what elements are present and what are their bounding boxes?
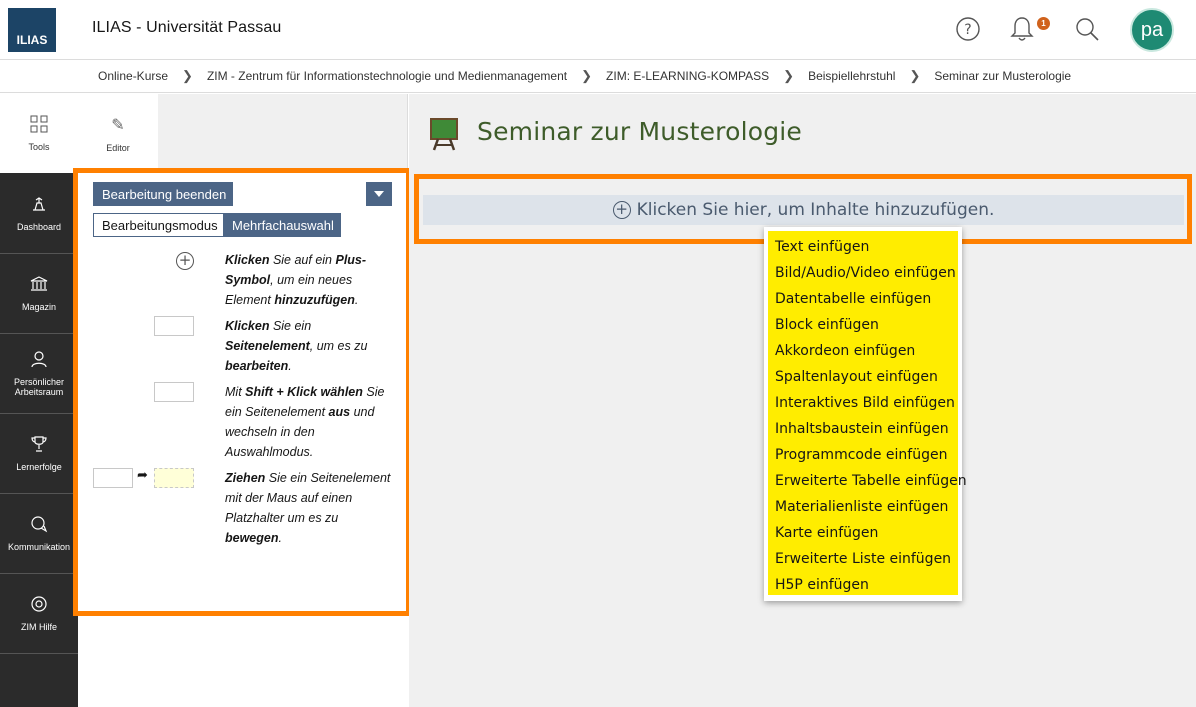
breadcrumb-item[interactable]: ZIM - Zentrum für Informationstechnologi… xyxy=(207,69,567,83)
help-text-edit: Klicken Sie ein Seitenelement, um es zu … xyxy=(225,319,368,373)
demo-element-box xyxy=(93,468,133,488)
avatar[interactable]: pa xyxy=(1130,8,1174,52)
edit-mode-toggle[interactable]: Bearbeitungsmodus xyxy=(93,213,224,237)
mainbar-item-magazin[interactable]: Magazin xyxy=(0,254,78,334)
page-title: Seminar zur Musterologie xyxy=(477,117,803,146)
building-icon xyxy=(30,275,48,296)
menu-item-content-block[interactable]: Inhaltsbaustein einfügen xyxy=(768,416,958,442)
menu-item-media[interactable]: Bild/Audio/Video einfügen xyxy=(768,260,958,286)
mainbar-item-zim-hilfe[interactable]: ZIM Hilfe xyxy=(0,574,78,654)
ilias-logo[interactable]: ILIAS xyxy=(8,8,56,52)
plus-circle-icon: + xyxy=(176,252,194,270)
menu-item-interactive-image[interactable]: Interaktives Bild einfügen xyxy=(768,390,958,416)
mainbar: Tools Dashboard Magazin Persönlicher Arb… xyxy=(0,94,78,707)
chevron-right-icon: ❯ xyxy=(783,68,795,83)
svg-text:?: ? xyxy=(964,22,971,38)
mainbar-item-kommunikation[interactable]: Kommunikation xyxy=(0,494,78,574)
menu-item-h5p[interactable]: H5P einfügen xyxy=(768,572,958,598)
search-icon[interactable] xyxy=(1072,14,1102,44)
breadcrumb-item[interactable]: Seminar zur Musterologie xyxy=(934,69,1071,83)
mainbar-item-lernerfolge[interactable]: Lernerfolge xyxy=(0,414,78,494)
add-content-label: Klicken Sie hier, um Inhalte hinzuzufüge… xyxy=(636,200,995,220)
menu-item-material-list[interactable]: Materialienliste einfügen xyxy=(768,494,958,520)
user-icon xyxy=(30,350,48,371)
mainbar-label: Persönlicher Arbeitsraum xyxy=(13,377,65,397)
breadcrumb-item[interactable]: Beispiellehrstuhl xyxy=(808,69,895,83)
mainbar-item-arbeitsraum[interactable]: Persönlicher Arbeitsraum xyxy=(0,334,78,414)
bell-icon[interactable] xyxy=(1007,14,1037,44)
dashboard-icon xyxy=(30,195,48,216)
demo-element-box xyxy=(154,316,194,336)
breadcrumb-item[interactable]: ZIM: E-LEARNING-KOMPASS xyxy=(606,69,769,83)
menu-item-block[interactable]: Block einfügen xyxy=(768,312,958,338)
arrow-right-icon: ➦ xyxy=(137,468,148,483)
app-title[interactable]: ILIAS - Universität Passau xyxy=(92,19,281,37)
help-text-add: Klicken Sie auf ein Plus-Symbol, um ein … xyxy=(225,253,367,307)
mainbar-label: Dashboard xyxy=(16,222,62,232)
dropdown-toggle-button[interactable] xyxy=(366,182,392,206)
menu-item-datatable[interactable]: Datentabelle einfügen xyxy=(768,286,958,312)
chevron-right-icon: ❯ xyxy=(182,68,193,83)
header: ILIAS ILIAS - Universität Passau ? 1 pa xyxy=(0,0,1196,60)
help-text-move: Ziehen Sie ein Seitenelement mit der Mau… xyxy=(225,471,391,545)
menu-item-text[interactable]: Text einfügen xyxy=(768,234,958,260)
add-content-button[interactable]: + Klicken Sie hier, um Inhalte hinzuzufü… xyxy=(423,195,1184,225)
insert-menu: Text einfügen Bild/Audio/Video einfügen … xyxy=(764,227,967,601)
help-icon[interactable]: ? xyxy=(953,14,983,44)
mainbar-item-dashboard[interactable]: Dashboard xyxy=(0,174,78,254)
menu-item-columns[interactable]: Spaltenlayout einfügen xyxy=(768,364,958,390)
chevron-right-icon: ❯ xyxy=(581,68,593,83)
menu-item-advanced-table[interactable]: Erweiterte Tabelle einfügen xyxy=(768,468,967,494)
demo-element-box xyxy=(154,382,194,402)
mainbar-label: ZIM Hilfe xyxy=(21,622,57,632)
help-text-select: Mit Shift + Klick wählen Sie ein Seitene… xyxy=(225,385,385,459)
editor-tab-label: Editor xyxy=(106,142,130,153)
mainbar-label: Magazin xyxy=(21,302,57,312)
grid-icon xyxy=(30,115,48,136)
pencil-icon: ✎ xyxy=(111,116,125,134)
lifebuoy-icon xyxy=(30,595,48,616)
mainbar-item-tools[interactable]: Tools xyxy=(0,94,78,173)
mainbar-label: Kommunikation xyxy=(7,542,71,552)
mainbar-label: Lernerfolge xyxy=(16,462,62,472)
demo-placeholder-box xyxy=(154,468,194,488)
tab-editor[interactable]: ✎ Editor xyxy=(78,94,158,173)
notification-badge: 1 xyxy=(1037,17,1050,30)
multi-select-toggle[interactable]: Mehrfachauswahl xyxy=(224,213,341,237)
menu-item-accordion[interactable]: Akkordeon einfügen xyxy=(768,338,958,364)
chat-icon xyxy=(30,515,48,536)
menu-item-code[interactable]: Programmcode einfügen xyxy=(768,442,958,468)
trophy-icon xyxy=(30,435,48,456)
caret-down-icon xyxy=(374,191,384,197)
breadcrumb-item[interactable]: Online-Kurse xyxy=(98,69,168,83)
breadcrumb: Online-Kurse ❯ ZIM - Zentrum für Informa… xyxy=(0,60,1196,93)
menu-item-map[interactable]: Karte einfügen xyxy=(768,520,958,546)
end-editing-button[interactable]: Bearbeitung beenden xyxy=(93,182,233,206)
insert-menu-list: Text einfügen Bild/Audio/Video einfügen … xyxy=(768,231,967,598)
menu-item-advanced-list[interactable]: Erweiterte Liste einfügen xyxy=(768,546,958,572)
mainbar-label: Tools xyxy=(28,142,50,152)
chalkboard-icon xyxy=(430,118,458,151)
plus-circle-icon: + xyxy=(612,201,631,219)
chevron-right-icon: ❯ xyxy=(909,68,921,83)
